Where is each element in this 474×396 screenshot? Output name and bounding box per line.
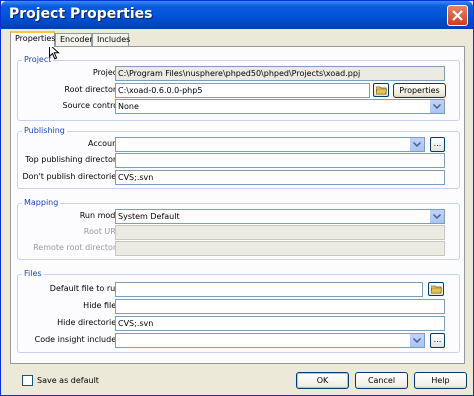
remote-root-directory-label: Remote root directory:	[33, 243, 123, 252]
source-control-value: None	[118, 102, 139, 111]
code-insight-includes-label: Code insight includes:	[34, 335, 123, 344]
save-as-default-checkbox[interactable]	[22, 375, 33, 386]
account-browse-button[interactable]: ...	[430, 137, 445, 152]
close-button[interactable]	[447, 5, 468, 26]
root-url-input[interactable]	[115, 225, 445, 240]
dont-publish-directories-value: CVS;.svn	[118, 173, 154, 182]
hide-files-input[interactable]	[115, 299, 445, 314]
hide-directories-value: CVS;.svn	[118, 319, 154, 328]
dont-publish-directories-input[interactable]: CVS;.svn	[115, 170, 445, 185]
source-control-select[interactable]: None	[115, 99, 445, 114]
top-publishing-directory-input[interactable]	[115, 153, 445, 168]
chevron-down-icon[interactable]	[429, 210, 444, 223]
project-properties-dialog: Project Properties Properties Encoder In…	[0, 0, 474, 396]
hide-directories-label: Hide directories:	[57, 318, 123, 327]
hide-directories-input[interactable]: CVS;.svn	[115, 316, 445, 331]
root-directory-properties-button[interactable]: Properties	[393, 83, 446, 98]
default-file-to-run-label: Default file to run:	[49, 284, 123, 293]
files-group: Files Default file to run: Hide files: H…	[17, 269, 460, 353]
source-control-label: Source control:	[62, 101, 123, 110]
tab-encoder[interactable]: Encoder	[55, 33, 93, 46]
remote-root-directory-input[interactable]	[115, 241, 445, 256]
mapping-group: Mapping Run mode: System Default Root UR…	[17, 198, 460, 260]
help-button[interactable]: Help	[414, 372, 467, 389]
files-group-title: Files	[22, 269, 44, 279]
project-path-value: C:\Program Files\nusphere\phped50\phped\…	[118, 69, 361, 78]
publishing-group: Publishing Account: ... Top publishing d…	[17, 126, 460, 189]
tab-includes[interactable]: Includes	[92, 33, 130, 46]
mapping-group-title: Mapping	[22, 198, 61, 208]
chevron-down-icon[interactable]	[429, 100, 444, 113]
run-mode-select[interactable]: System Default	[115, 209, 445, 224]
properties-tab-panel: Project Project: C:\Program Files\nusphe…	[10, 46, 465, 364]
project-group: Project Project: C:\Program Files\nusphe…	[17, 55, 460, 121]
code-insight-browse-button[interactable]: ...	[430, 333, 445, 348]
title-bar[interactable]: Project Properties	[1, 1, 473, 29]
root-directory-value: C:\xoad-0.6.0.0-php5	[118, 86, 203, 95]
publishing-group-title: Publishing	[22, 126, 67, 136]
default-file-browse-button[interactable]	[428, 282, 444, 296]
default-file-to-run-input[interactable]	[115, 282, 423, 297]
ok-button[interactable]: OK	[296, 372, 349, 389]
window-title: Project Properties	[9, 6, 153, 22]
chevron-down-icon[interactable]	[409, 334, 424, 347]
root-directory-browse-button[interactable]	[373, 83, 389, 97]
top-publishing-directory-label: Top publishing directory:	[25, 155, 123, 164]
cancel-button[interactable]: Cancel	[355, 372, 408, 389]
account-select[interactable]	[115, 137, 425, 152]
dont-publish-directories-label: Don't publish directories:	[22, 172, 123, 181]
save-as-default-label[interactable]: Save as default	[37, 375, 99, 386]
root-directory-input[interactable]: C:\xoad-0.6.0.0-php5	[115, 83, 370, 98]
project-path-field: C:\Program Files\nusphere\phped50\phped\…	[115, 66, 445, 81]
chevron-down-icon[interactable]	[409, 138, 424, 151]
run-mode-value: System Default	[118, 212, 180, 221]
tab-properties[interactable]: Properties	[10, 31, 55, 47]
code-insight-includes-select[interactable]	[115, 333, 425, 348]
